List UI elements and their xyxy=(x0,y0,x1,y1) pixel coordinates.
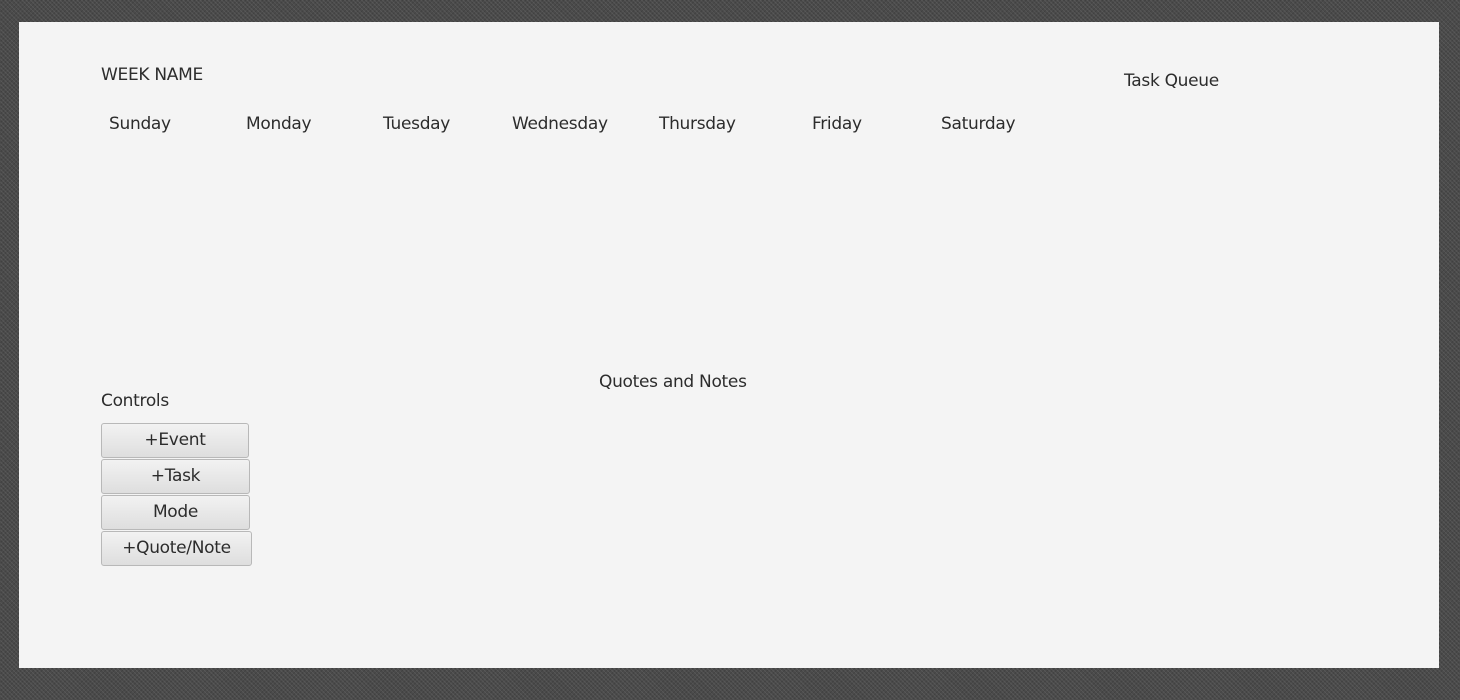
day-header-tuesday: Tuesday xyxy=(383,114,451,134)
day-header-monday: Monday xyxy=(246,114,312,134)
controls-title: Controls xyxy=(101,391,169,411)
task-queue-title: Task Queue xyxy=(1124,71,1219,91)
day-header-sunday: Sunday xyxy=(109,114,171,134)
app-window: WEEK NAME Sunday Monday Tuesday Wednesda… xyxy=(19,22,1439,668)
day-header-wednesday: Wednesday xyxy=(512,114,608,134)
add-event-button[interactable]: +Event xyxy=(101,423,249,458)
add-quote-note-button[interactable]: +Quote/Note xyxy=(101,531,252,566)
quotes-notes-title: Quotes and Notes xyxy=(599,372,747,392)
day-header-saturday: Saturday xyxy=(941,114,1016,134)
mode-button[interactable]: Mode xyxy=(101,495,250,530)
week-name-label: WEEK NAME xyxy=(101,65,203,85)
day-header-thursday: Thursday xyxy=(659,114,736,134)
day-header-friday: Friday xyxy=(812,114,862,134)
add-task-button[interactable]: +Task xyxy=(101,459,250,494)
